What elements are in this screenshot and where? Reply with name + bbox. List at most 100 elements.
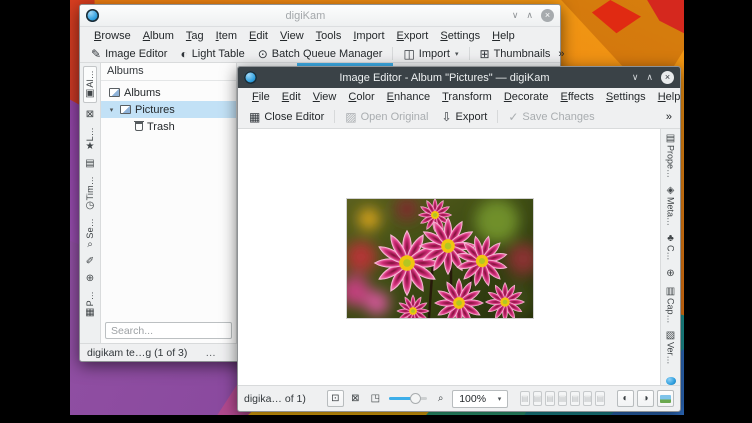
overexposure-indicator-button[interactable]: ◑ [637, 390, 654, 407]
sidebar-tab-map[interactable]: ⊕ [86, 274, 94, 284]
batch-queue-manager-button[interactable]: ⊙ Batch Queue Manager [253, 47, 388, 61]
status-blue-dot [666, 377, 676, 385]
thumbnails-button[interactable]: ⊞ Thumbnails [475, 47, 556, 61]
menu-decorate[interactable]: Decorate [498, 91, 555, 103]
save-changes-button[interactable]: ✓ Save Changes [503, 110, 599, 124]
sidebar-tab-people[interactable]: P… ▦ [85, 291, 95, 317]
albums-panel-header: Albums [101, 63, 236, 81]
color-managed-view-button[interactable] [657, 390, 674, 407]
right-tab-metadata[interactable]: ◈ Meta… [666, 186, 676, 226]
editor-window-title: Image Editor - Album "Pictures" — digiKa… [257, 72, 632, 84]
tree-item-trash[interactable]: Trash [101, 118, 236, 135]
editor-statusbar: digika… of 1) ⊡ ⊠ ◳ ⌕ 100% ▾ ▤ ▤ ▤ ▤ ▤ ▤… [238, 385, 680, 411]
fit-window-button[interactable]: ⊠ [347, 390, 364, 407]
menu-settings[interactable]: Settings [600, 91, 652, 103]
left-sidebar-tabstrip: Al… ▣ ⊠ L… ★ ▤ Tim… ◷ Se… ⌕ ✐ [80, 63, 101, 343]
toolbar-overflow-chevron[interactable]: » [666, 111, 674, 123]
toolbar-separator [469, 47, 470, 60]
color-managed-icon [660, 395, 671, 403]
sidebar-tab-tags[interactable]: ⊠ [86, 110, 94, 120]
captions-tab-label: Cap… [666, 298, 676, 324]
disabled-tool-button[interactable]: ▤ [545, 391, 555, 406]
search-input[interactable] [105, 322, 232, 339]
menu-help[interactable]: Help [486, 30, 521, 42]
menu-album[interactable]: Album [137, 30, 180, 42]
toolbar-overflow-chevron[interactable]: » [558, 48, 566, 60]
menu-settings[interactable]: Settings [434, 30, 486, 42]
tree-item-label: Albums [124, 87, 161, 99]
zoom-slider-handle[interactable] [410, 393, 421, 404]
close-icon[interactable]: × [661, 71, 674, 84]
zoom-actual-size-button[interactable]: ◳ [367, 390, 384, 407]
close-icon[interactable]: × [541, 9, 554, 22]
grid-icon: ▦ [249, 111, 260, 123]
main-titlebar[interactable]: digiKam ∨ ∧ × [80, 5, 560, 27]
menu-color[interactable]: Color [342, 91, 380, 103]
import-button[interactable]: ◫ Import ▾ [398, 47, 463, 61]
menu-import[interactable]: Import [347, 30, 390, 42]
sidebar-tab-dates[interactable]: ▤ [85, 159, 94, 169]
menu-export[interactable]: Export [391, 30, 435, 42]
right-tab-map[interactable]: ⊕ [666, 269, 674, 279]
properties-icon: ▤ [666, 134, 675, 144]
chevron-down-icon: ▾ [455, 50, 459, 58]
export-label: Export [456, 111, 488, 123]
menu-effects[interactable]: Effects [554, 91, 599, 103]
export-icon: ⇩ [441, 111, 451, 123]
menu-tag[interactable]: Tag [180, 30, 210, 42]
menu-file[interactable]: File [246, 91, 276, 103]
editor-menubar: File Edit View Color Enhance Transform D… [238, 88, 680, 105]
sidebar-tab-labels[interactable]: L… ★ [85, 127, 95, 152]
disabled-tool-button[interactable]: ▤ [558, 391, 568, 406]
status-more-text: … [205, 347, 216, 359]
maximize-icon[interactable]: ∧ [526, 11, 533, 20]
menu-edit[interactable]: Edit [276, 91, 307, 103]
menu-enhance[interactable]: Enhance [381, 91, 436, 103]
right-tab-properties[interactable]: ▤ Prope… [666, 134, 676, 178]
disabled-tool-button[interactable]: ▤ [583, 391, 593, 406]
check-icon: ✓ [508, 111, 518, 123]
menu-help[interactable]: Help [652, 91, 687, 103]
editor-titlebar[interactable]: Image Editor - Album "Pictures" — digiKa… [238, 67, 680, 88]
underexposure-indicator-button[interactable]: ◐ [617, 390, 634, 407]
minimize-icon[interactable]: ∨ [632, 73, 639, 82]
menu-browse[interactable]: Browse [88, 30, 137, 42]
tree-item-albums[interactable]: Albums [101, 84, 236, 101]
light-table-button[interactable]: ◐ Light Table [175, 47, 249, 61]
minimize-icon[interactable]: ∨ [512, 11, 519, 20]
right-tab-captions[interactable]: ▥ Cap… [666, 287, 676, 324]
tags-icon: ⊠ [86, 110, 94, 120]
menu-item[interactable]: Item [210, 30, 243, 42]
sidebar-tab-search[interactable]: Se… ⌕ [85, 218, 95, 250]
fit-selection-button[interactable]: ⊡ [327, 390, 344, 407]
close-editor-button[interactable]: ▦ Close Editor [244, 110, 329, 124]
open-original-button[interactable]: ▨ Open Original [340, 110, 433, 124]
menu-tools[interactable]: Tools [310, 30, 348, 42]
export-button[interactable]: ⇩ Export [436, 110, 492, 124]
menu-transform[interactable]: Transform [436, 91, 498, 103]
image-editor-label: Image Editor [105, 48, 167, 60]
disabled-tool-button[interactable]: ▤ [533, 391, 543, 406]
tree-item-pictures[interactable]: ▾ Pictures [101, 101, 236, 118]
versions-icon: ▧ [666, 331, 675, 341]
zoom-level-combobox[interactable]: 100% ▾ [452, 390, 508, 408]
disabled-tool-button[interactable]: ▤ [520, 391, 530, 406]
menu-view[interactable]: View [274, 30, 310, 42]
menu-edit[interactable]: Edit [243, 30, 274, 42]
zoom-slider[interactable] [389, 390, 427, 407]
sidebar-tab-timeline[interactable]: Tim… ◷ [85, 176, 95, 211]
image-editor-button[interactable]: ✎ Image Editor [86, 47, 172, 61]
light-table-icon: ◐ [180, 48, 187, 60]
right-tab-colors[interactable]: ♣ C… [666, 234, 676, 261]
light-table-label: Light Table [192, 48, 245, 60]
menu-view[interactable]: View [307, 91, 343, 103]
sidebar-tab-albums[interactable]: Al… ▣ [83, 66, 97, 103]
disabled-tool-button[interactable]: ▤ [595, 391, 605, 406]
chevron-down-icon[interactable]: ▾ [107, 106, 116, 114]
metadata-icon: ◈ [667, 186, 675, 196]
maximize-icon[interactable]: ∧ [646, 73, 653, 82]
sidebar-tab-similarity[interactable]: ✐ [86, 257, 94, 267]
editor-canvas [238, 129, 660, 385]
disabled-tool-button[interactable]: ▤ [570, 391, 580, 406]
right-tab-versions[interactable]: ▧ Ver… [666, 331, 676, 365]
